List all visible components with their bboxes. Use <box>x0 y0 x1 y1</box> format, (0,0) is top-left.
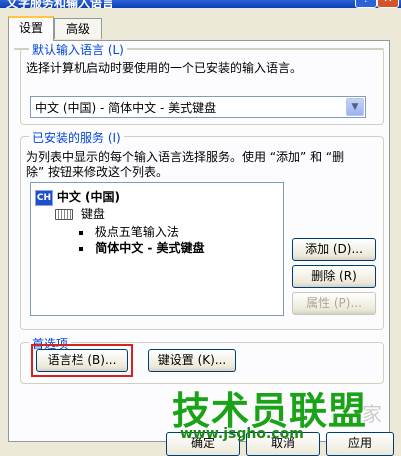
tree-item-row[interactable]: 极点五笔输入法 <box>79 223 179 240</box>
tree-keyboard-label: 键盘 <box>80 207 105 221</box>
bullet-icon <box>79 246 83 251</box>
chevron-down-icon[interactable]: ▼ <box>346 98 364 116</box>
watermark-extra: 家 <box>362 402 382 426</box>
add-button[interactable]: 添加 (D)... <box>292 238 376 261</box>
tab-advanced[interactable]: 高级 <box>54 18 102 39</box>
installed-services-legend: 已安装的服务 (I) <box>29 129 124 146</box>
default-language-description: 选择计算机启动时要使用的一个已安装的输入语言。 <box>26 61 303 75</box>
remove-button[interactable]: 删除 (R) <box>292 265 376 288</box>
tree-item-row-selected[interactable]: 简体中文 - 美式键盘 <box>79 239 205 256</box>
tree-language-row[interactable]: CH 中文 (中国) <box>35 188 120 206</box>
tree-language-label: 中文 (中国) <box>56 190 120 204</box>
title-bar: 文字服务和输入语言 ? ✕ <box>0 0 401 8</box>
tree-item-label: 极点五笔输入法 <box>94 225 179 239</box>
properties-button: 属性 (P)... <box>292 292 376 315</box>
default-language-select[interactable]: 中文 (中国) - 简体中文 - 美式键盘 ▼ <box>30 96 366 118</box>
tab-settings[interactable]: 设置 <box>8 16 54 41</box>
watermark: 技术员联盟 家 www.jsgho.com <box>172 380 392 450</box>
tree-keyboard-row[interactable]: 键盘 <box>55 205 105 222</box>
default-language-value: 中文 (中国) - 简体中文 - 美式键盘 <box>35 101 217 115</box>
window-title: 文字服务和输入语言 <box>6 0 115 8</box>
watermark-url: www.jsgho.com <box>180 426 304 442</box>
default-language-legend: 默认输入语言 (L) <box>29 41 127 58</box>
installed-services-description-2: 除” 按钮来修改这个列表。 <box>26 165 169 179</box>
language-flag-icon: CH <box>35 189 53 206</box>
key-settings-button[interactable]: 键设置 (K)... <box>148 349 236 372</box>
help-button[interactable]: ? <box>355 0 377 8</box>
close-button[interactable]: ✕ <box>377 0 399 8</box>
services-tree[interactable]: CH 中文 (中国) 键盘 极点五笔输入法 简体中文 - 美式键盘 <box>30 182 284 316</box>
keyboard-icon <box>55 209 73 220</box>
bullet-icon <box>79 230 83 235</box>
highlight-annotation <box>31 344 133 377</box>
tree-item-label: 简体中文 - 美式键盘 <box>95 241 205 255</box>
